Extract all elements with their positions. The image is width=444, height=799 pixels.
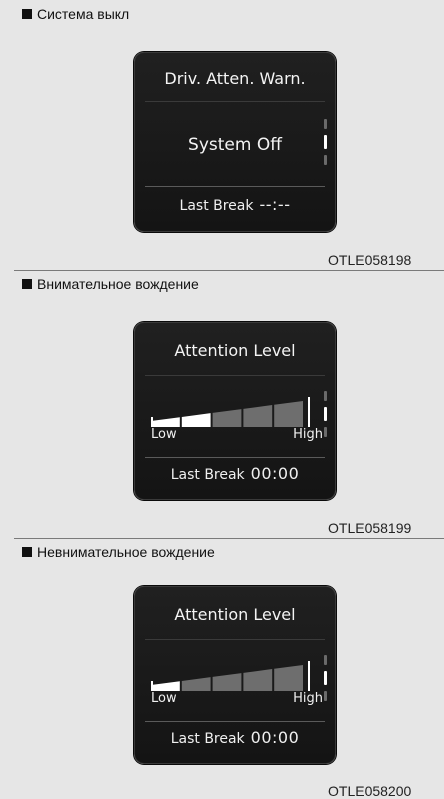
title-divider: [145, 375, 325, 376]
panel-heading: Внимательное вождение: [22, 276, 199, 292]
footer-divider: [145, 721, 325, 722]
scroll-segment: [324, 691, 327, 701]
gauge-start-tick: [151, 681, 153, 691]
panel-divider-line: [14, 270, 444, 271]
cluster-screen: Attention Level Low High Last Break 00:00: [134, 322, 336, 500]
scroll-segment: [324, 119, 327, 129]
scroll-segment-active: [324, 671, 327, 685]
screen-title: Driv. Atten. Warn.: [164, 69, 306, 88]
scroll-segment: [324, 155, 327, 165]
panel-heading-text: Система выкл: [37, 6, 130, 22]
last-break-label: Last Break: [170, 467, 245, 483]
bullet-square-icon: [22, 279, 32, 289]
gauge-segment-lit: [151, 681, 180, 691]
gauge-segment-unlit: [212, 673, 242, 691]
gauge-end-tick: [308, 397, 310, 427]
panel-heading: Невнимательное вождение: [22, 544, 215, 560]
figure-code: OTLE058200: [328, 783, 412, 799]
footer-divider: [145, 186, 325, 187]
last-break: Last Break 00:00: [135, 464, 335, 483]
scroll-indicator: [324, 655, 327, 701]
gauge-end-tick: [308, 661, 310, 691]
attention-level-gauge: [151, 661, 310, 691]
gauge-segment-lit: [181, 413, 211, 427]
panel-system-off: Система выкл Driv. Atten. Warn. System O…: [14, 0, 444, 268]
cluster-screen: Attention Level Low High Last Break 00:00: [134, 586, 336, 764]
bullet-square-icon: [22, 547, 32, 557]
gauge-segment-unlit: [243, 669, 273, 691]
gauge-segment-lit: [151, 417, 180, 427]
footer-divider: [145, 457, 325, 458]
scroll-segment: [324, 427, 327, 437]
attention-level-bar: [151, 661, 313, 691]
scroll-segment: [324, 391, 327, 401]
gauge-segment-unlit: [243, 405, 273, 427]
gauge-segment-unlit: [274, 401, 303, 427]
figure-code: OTLE058198: [328, 252, 412, 268]
scroll-indicator: [324, 391, 327, 437]
gauge-segment-unlit: [181, 677, 211, 691]
screen-title: Attention Level: [174, 605, 296, 624]
scroll-indicator: [324, 119, 327, 165]
system-status: System Off: [188, 135, 282, 155]
title-divider: [145, 639, 325, 640]
last-break-label: Last Break: [170, 731, 245, 747]
attention-level-gauge: [151, 397, 310, 427]
panel-heading-text: Внимательное вождение: [37, 276, 199, 292]
attention-level-bar: [151, 397, 313, 427]
gauge-segment-unlit: [212, 409, 242, 427]
screen-title: Attention Level: [174, 341, 296, 360]
last-break: Last Break --:--: [135, 195, 335, 214]
low-label: Low: [151, 427, 177, 442]
figure-code: OTLE058199: [328, 520, 412, 536]
scroll-segment: [324, 655, 327, 665]
manual-page: Система выкл Driv. Atten. Warn. System O…: [0, 0, 444, 799]
bullet-square-icon: [22, 9, 32, 19]
scroll-segment-active: [324, 135, 327, 149]
last-break-label: Last Break: [179, 198, 254, 214]
title-divider: [145, 101, 325, 102]
last-break-value: 00:00: [250, 728, 300, 747]
high-label: High: [293, 691, 323, 706]
last-break-value: 00:00: [250, 464, 300, 483]
panel-heading: Система выкл: [22, 6, 129, 22]
cluster-screen: Driv. Atten. Warn. System Off Last Break…: [134, 52, 336, 232]
panel-heading-text: Невнимательное вождение: [37, 544, 215, 560]
last-break-value: --:--: [259, 195, 291, 214]
gauge-start-tick: [151, 417, 153, 427]
panel-inattentive-driving: Невнимательное вождение Attention Level …: [14, 538, 444, 799]
scroll-segment-active: [324, 407, 327, 421]
gauge-segment-unlit: [274, 665, 303, 691]
last-break: Last Break 00:00: [135, 728, 335, 747]
high-label: High: [293, 427, 323, 442]
panel-attentive-driving: Внимательное вождение Attention Level Lo…: [14, 270, 444, 536]
low-label: Low: [151, 691, 177, 706]
panel-divider-line: [14, 538, 444, 539]
